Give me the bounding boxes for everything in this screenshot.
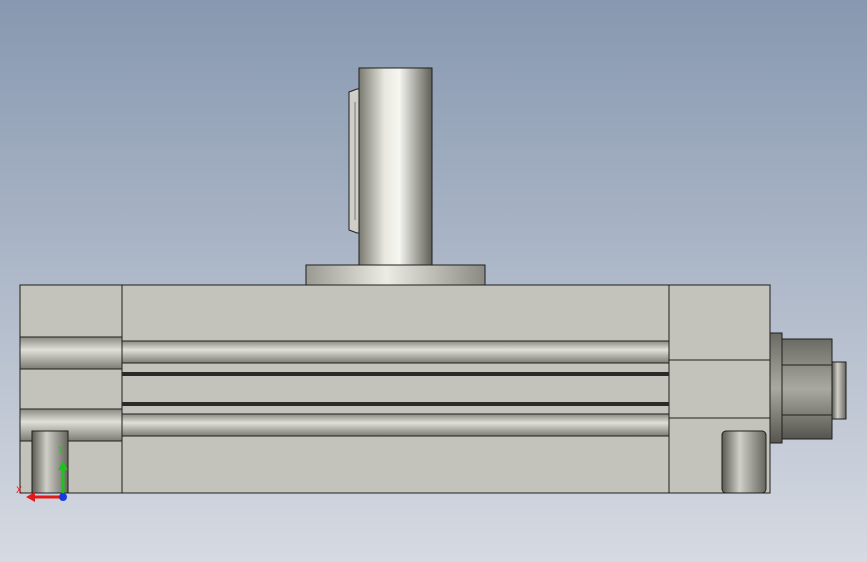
adjuster-bolt bbox=[831, 361, 847, 420]
shaft-cylinder bbox=[358, 67, 433, 269]
center-groove bbox=[122, 372, 669, 376]
output-shaft[interactable] bbox=[348, 67, 433, 269]
y-axis-label: Y bbox=[58, 446, 64, 456]
lower-groove bbox=[122, 402, 669, 406]
upper-piston-rod bbox=[19, 336, 123, 370]
z-axis-dot bbox=[59, 493, 67, 501]
adjuster-washer bbox=[769, 332, 783, 444]
upper-rail bbox=[121, 340, 670, 364]
model-canvas[interactable] bbox=[0, 0, 867, 562]
shaft-flange[interactable] bbox=[305, 264, 486, 286]
adjuster-hex-nut bbox=[781, 338, 833, 440]
lower-rail bbox=[121, 413, 670, 437]
right-port-boss bbox=[721, 430, 767, 494]
actuator-body[interactable] bbox=[19, 284, 771, 494]
x-axis-label: X bbox=[16, 486, 23, 496]
model-viewport[interactable]: X Y bbox=[0, 0, 867, 562]
center-housing bbox=[121, 284, 670, 494]
